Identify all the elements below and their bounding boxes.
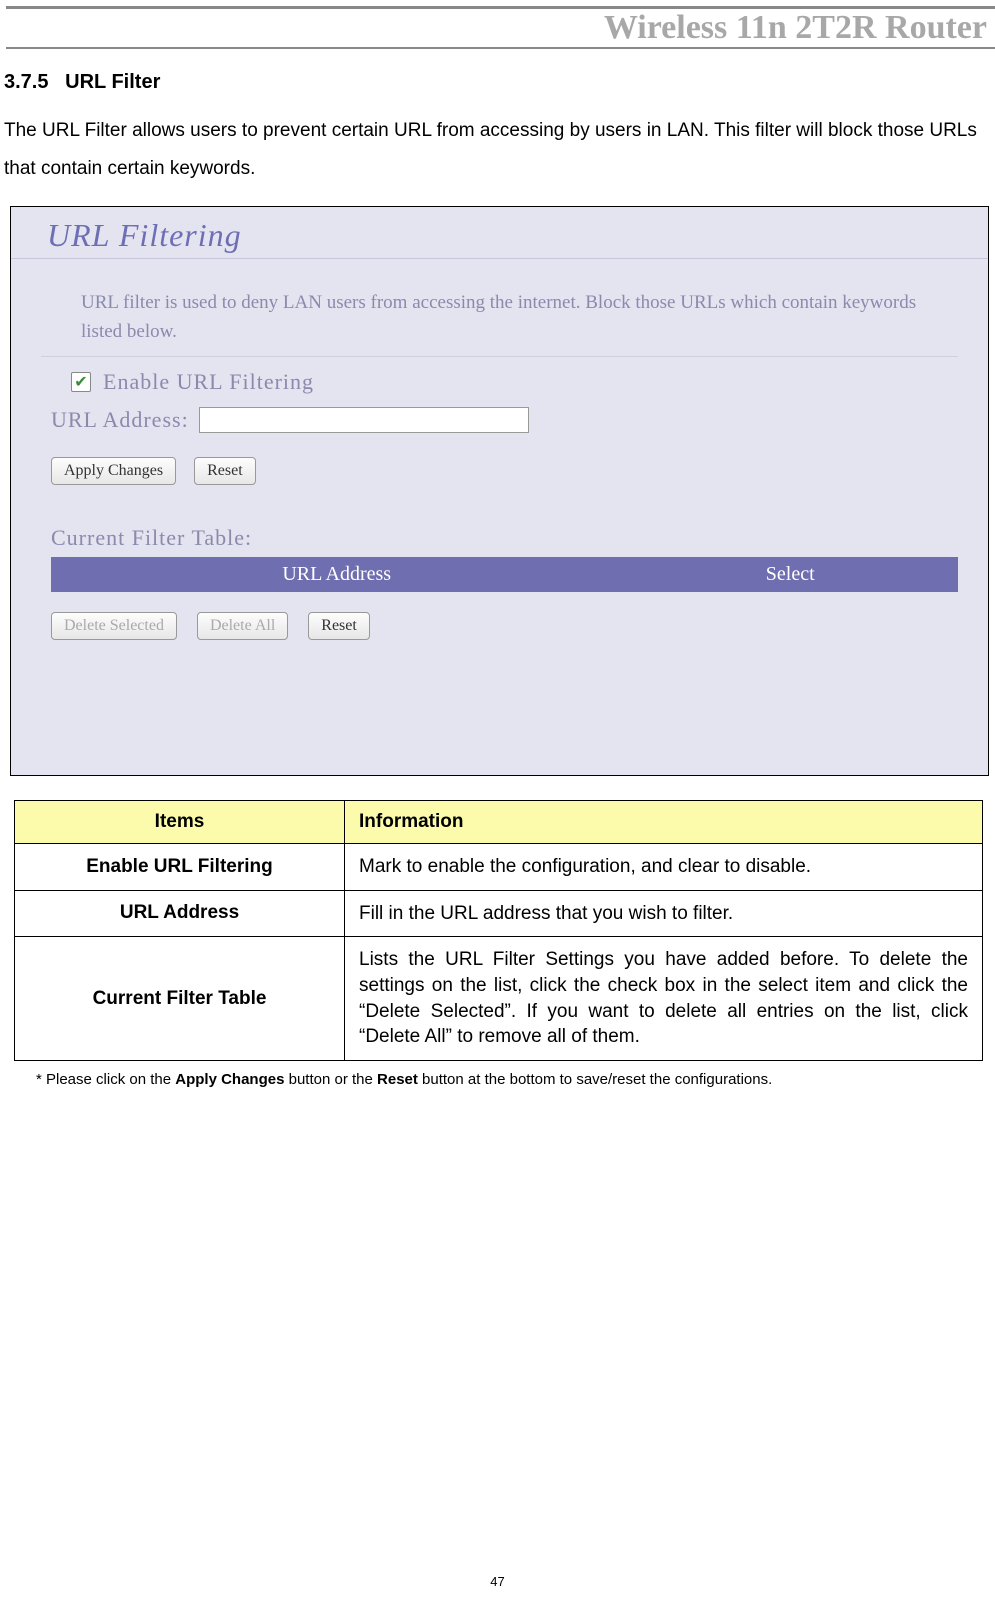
column-url-address: URL Address [51,563,622,586]
url-address-row: URL Address: [11,395,988,433]
action-button-row-1: Apply Changes Reset [11,433,988,485]
action-button-row-2: Delete Selected Delete All Reset [11,592,988,640]
footnote: * Please click on the Apply Changes butt… [36,1071,995,1088]
item-name: URL Address [15,890,345,937]
router-admin-screenshot: URL Filtering URL filter is used to deny… [10,206,989,776]
apply-changes-button[interactable]: Apply Changes [51,457,176,485]
enable-filtering-label: Enable URL Filtering [103,369,314,395]
note-prefix: * Please click on the [36,1071,175,1088]
intro-paragraph: The URL Filter allows users to prevent c… [4,112,995,188]
delete-selected-button[interactable]: Delete Selected [51,612,177,640]
section-title: URL Filter [65,71,160,93]
header-items: Items [15,801,345,844]
reset-button-2[interactable]: Reset [308,612,370,640]
item-info: Lists the URL Filter Settings you have a… [345,937,983,1061]
url-address-label: URL Address: [51,407,189,433]
note-suffix: button at the bottom to save/reset the c… [418,1071,772,1088]
page-number: 47 [0,1574,995,1589]
column-select: Select [622,563,958,586]
current-filter-table-title: Current Filter Table: [11,485,988,557]
table-row: URL Address Fill in the URL address that… [15,890,983,937]
table-row: Enable URL Filtering Mark to enable the … [15,844,983,891]
enable-filtering-row: ✔ Enable URL Filtering [11,357,988,395]
panel-title: URL Filtering [11,207,988,259]
header-information: Information [345,801,983,844]
section-heading: 3.7.5 URL Filter [4,71,995,94]
filter-table-header: URL Address Select [51,557,958,592]
header-title: Wireless 11n 2T2R Router [604,9,987,46]
item-info: Mark to enable the configuration, and cl… [345,844,983,891]
item-name: Current Filter Table [15,937,345,1061]
note-mid: button or the [284,1071,377,1088]
item-name: Enable URL Filtering [15,844,345,891]
items-information-table: Items Information Enable URL Filtering M… [14,800,983,1061]
table-row: Current Filter Table Lists the URL Filte… [15,937,983,1061]
document-header: Wireless 11n 2T2R Router [6,6,995,49]
enable-filtering-checkbox[interactable]: ✔ [71,372,91,392]
item-info: Fill in the URL address that you wish to… [345,890,983,937]
section-number: 3.7.5 [4,71,48,93]
reset-button[interactable]: Reset [194,457,256,485]
panel-description: URL filter is used to deny LAN users fro… [41,259,958,357]
note-bold-apply: Apply Changes [175,1071,284,1088]
table-header-row: Items Information [15,801,983,844]
note-bold-reset: Reset [377,1071,418,1088]
url-address-input[interactable] [199,407,529,433]
delete-all-button[interactable]: Delete All [197,612,288,640]
